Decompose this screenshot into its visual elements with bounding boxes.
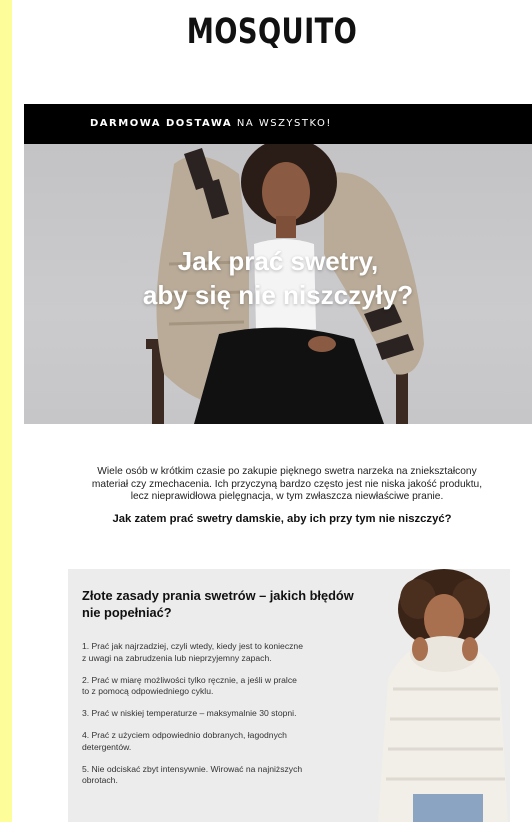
intro-line: Wiele osób w krótkim czasie po zakupie p…: [97, 466, 477, 477]
rule-line: detergentów.: [82, 741, 132, 752]
rule-line: 2. Prać w miarę możliwości tylko ręcznie…: [82, 674, 297, 685]
intro-question: Jak zatem prać swetry damskie, aby ich p…: [112, 513, 452, 525]
sweater-model-photo[interactable]: [358, 569, 510, 822]
brand-logo[interactable]: MOSQUITO: [69, 12, 475, 52]
banner-bold-text: DARMOWA DOSTAWA: [90, 118, 233, 129]
rules-title-line: nie popełniać?: [82, 605, 172, 620]
rules-list: 1. Prać jak najrzadziej, czyli wtedy, ki…: [82, 641, 372, 797]
rules-title: Złote zasady prania swetrów – jakich błę…: [82, 587, 372, 621]
rule-item: 5. Nie odciskać zbyt intensywnie. Wirowa…: [82, 764, 372, 787]
hero-image[interactable]: Jak prać swetry, aby się nie niszczyły?: [24, 144, 532, 424]
rule-line: z uwagi na zabrudzenia lub nieprzyjemny …: [82, 652, 272, 663]
rule-line: 5. Nie odciskać zbyt intensywnie. Wirowa…: [82, 763, 303, 774]
intro-line: materiał czy zmechacenia. Ich przyczyną …: [91, 478, 483, 490]
rule-item: 4. Prać z użyciem odpowiednio dobranych,…: [82, 730, 372, 753]
rule-line: 1. Prać jak najrzadziej, czyli wtedy, ki…: [82, 641, 303, 651]
banner-rest-text: NA WSZYSTKO!: [232, 118, 332, 129]
rule-item: 3. Prać w niskiej temperaturze – maksyma…: [82, 708, 372, 720]
email-page: MOSQUITO DARMOWA DOSTAWA NA WSZYSTKO! Ja…: [12, 0, 532, 822]
rule-line: obrotach.: [82, 775, 118, 785]
washing-rules-section: Złote zasady prania swetrów – jakich błę…: [68, 569, 510, 822]
hero-title: Jak prać swetry, aby się nie niszczyły?: [24, 244, 532, 312]
intro-line: lecz nieprawidłowa pielęgnacja, w tym zw…: [130, 491, 444, 502]
rule-item: 1. Prać jak najrzadziej, czyli wtedy, ki…: [82, 641, 372, 664]
intro-paragraph: Wiele osób w krótkim czasie po zakupie p…: [52, 466, 522, 504]
rules-title-line: Złote zasady prania swetrów – jakich błę…: [82, 588, 354, 603]
hero-title-line: Jak prać swetry,: [177, 246, 379, 276]
free-shipping-banner[interactable]: DARMOWA DOSTAWA NA WSZYSTKO!: [24, 104, 532, 144]
rule-line: to z pomocą odpowiedniego cyklu.: [82, 686, 214, 696]
hero-title-line: aby się nie niszczyły?: [142, 280, 414, 310]
rule-line: 4. Prać z użyciem odpowiednio dobranych,…: [82, 730, 287, 740]
rule-item: 2. Prać w miarę możliwości tylko ręcznie…: [82, 675, 372, 698]
rule-line: 3. Prać w niskiej temperaturze – maksyma…: [82, 708, 297, 718]
